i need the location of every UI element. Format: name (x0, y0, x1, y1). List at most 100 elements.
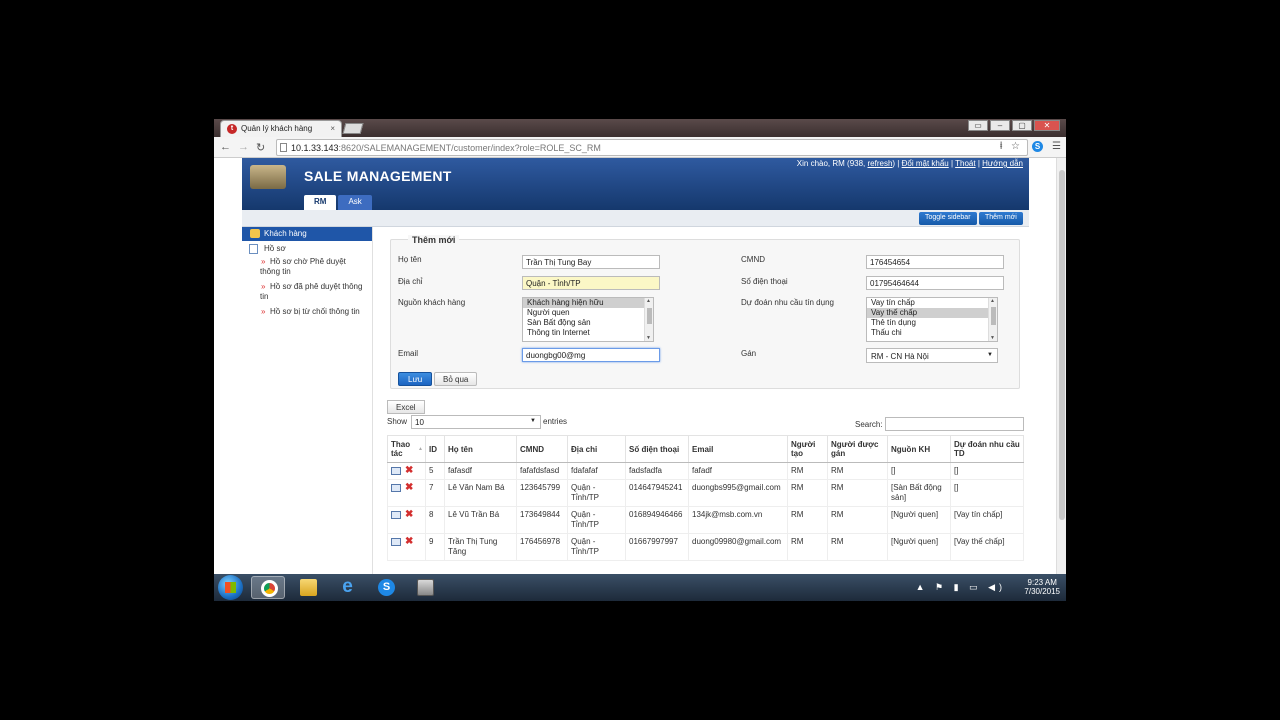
row-actions: ✖ (387, 506, 426, 534)
taskbar-explorer[interactable] (291, 576, 325, 599)
list-item[interactable]: Thẻ tín dụng (867, 318, 997, 328)
table-row: ✖ 7 Lê Văn Nam Bá 123645799 Quận - Tỉnh/… (387, 479, 1024, 507)
list-item[interactable]: Sàn Bất động sản (523, 318, 653, 328)
browser-tab[interactable]: t Quản lý khách hàng × (220, 120, 342, 137)
search-input[interactable] (885, 417, 1024, 431)
url-field[interactable]: 10.1.33.143:8620/SALEMANAGEMENT/customer… (276, 139, 1028, 156)
cell-email: 134jk@msb.com.vn (688, 506, 788, 534)
scrollbar-thumb[interactable] (1059, 170, 1065, 520)
tab-ask[interactable]: Ask (338, 195, 372, 210)
forward-arrow-icon[interactable]: → (238, 141, 249, 153)
col-creator[interactable]: Người tạo (787, 435, 828, 463)
col-id[interactable]: ID (425, 435, 445, 463)
edit-icon[interactable] (391, 483, 401, 492)
system-tray-icons[interactable]: ▲ ⚑ ▮ ▭ ◀) (916, 582, 1006, 593)
reload-icon[interactable]: ↻ (256, 141, 265, 154)
page-viewport: SALE MANAGEMENT Xin chào, RM (938, refre… (214, 158, 1066, 574)
taskbar-snipping[interactable] (408, 576, 442, 599)
delete-icon[interactable]: ✖ (405, 536, 413, 546)
cell-creator: RM (787, 506, 828, 534)
taskbar-chrome[interactable] (251, 576, 285, 599)
listbox-scrollbar[interactable]: ▲ ▼ (988, 298, 997, 341)
col-credit-need[interactable]: Dự đoán nhu cầu TD (950, 435, 1024, 463)
taskbar-ie[interactable]: e (330, 576, 364, 599)
sidebar-header-label: Khách hàng (264, 229, 307, 238)
col-email[interactable]: Email (688, 435, 788, 463)
back-arrow-icon[interactable]: ← (220, 141, 231, 153)
tab-rm[interactable]: RM (304, 195, 337, 210)
list-item[interactable]: Vay tín chấp (867, 298, 997, 308)
col-assignee[interactable]: Người được gán (827, 435, 888, 463)
delete-icon[interactable]: ✖ (405, 509, 413, 519)
col-address[interactable]: Địa chỉ (567, 435, 626, 463)
cmnd-field[interactable]: 176454654 (866, 255, 1004, 269)
skype-extension-icon[interactable]: S (1032, 141, 1043, 152)
list-item[interactable]: Thông tin Internet (523, 328, 653, 338)
address-bar-row: ← → ↻ 10.1.33.143:8620/SALEMANAGEMENT/cu… (214, 137, 1066, 158)
credit-need-listbox[interactable]: Vay tín chấp Vay thế chấp Thẻ tín dụng T… (866, 297, 998, 342)
form-legend: Thêm mới (408, 235, 460, 245)
menu-icon[interactable]: ☰ (1052, 141, 1061, 152)
window-menu-button[interactable]: ▭ (968, 120, 988, 131)
chevron-down-icon: ▼ (530, 418, 536, 424)
customer-table: Thao tác ▲ ID Họ tên CMND Địa chỉ Số điện… (387, 435, 1024, 561)
help-link[interactable]: Hướng dẫn (982, 159, 1023, 168)
url-path: :8620/SALEMANAGEMENT/customer/index?role… (338, 143, 601, 153)
logout-link[interactable]: Thoát (955, 159, 975, 168)
page-length-select[interactable]: 10 ▼ (411, 415, 541, 429)
sidebar-item-rejected[interactable]: Hồ sơ bị từ chối thông tin (242, 305, 372, 320)
close-window-button[interactable]: ✕ (1034, 120, 1060, 131)
col-source[interactable]: Nguồn KH (887, 435, 951, 463)
sidebar-item-records[interactable]: Hồ sơ (242, 241, 372, 255)
site-favicon-icon: t (227, 124, 237, 134)
sidebar-item-pending[interactable]: Hồ sơ chờ Phê duyệt thông tin (242, 255, 372, 280)
cell-phone: 016894946466 (625, 506, 689, 534)
list-item[interactable]: Vay thế chấp (867, 308, 997, 318)
tab-close-icon[interactable]: × (330, 124, 335, 133)
col-phone[interactable]: Số điện thoại (625, 435, 689, 463)
listbox-scrollbar[interactable]: ▲ ▼ (644, 298, 653, 341)
cell-email: duong09980@gmail.com (688, 533, 788, 561)
new-tab-button[interactable] (342, 123, 364, 134)
address-field[interactable]: Quận - Tỉnh/TP (522, 276, 660, 290)
source-listbox[interactable]: Khách hàng hiện hữu Người quen Sàn Bất đ… (522, 297, 654, 342)
save-button[interactable]: Lưu (398, 372, 433, 386)
email-field[interactable]: duongbg00@mg (522, 348, 660, 362)
edit-icon[interactable] (391, 466, 401, 475)
col-cmnd[interactable]: CMND (516, 435, 568, 463)
greeting-end: ) | (892, 159, 900, 168)
edit-icon[interactable] (391, 510, 401, 519)
credit-need-label: Dự đoán nhu cầu tín dụng (741, 298, 834, 307)
skip-button[interactable]: Bỏ qua (434, 372, 478, 386)
extension-icon[interactable]: ⱡ (1000, 141, 1002, 152)
minimize-button[interactable]: – (990, 120, 1010, 131)
taskbar-skype[interactable]: S (369, 576, 403, 599)
col-name[interactable]: Họ tên (444, 435, 517, 463)
browser-tab-strip: t Quản lý khách hàng × ▭ – ▢ ✕ (214, 119, 1066, 137)
start-button[interactable] (218, 575, 243, 600)
clock[interactable]: 9:23 AM 7/30/2015 (1024, 578, 1060, 596)
edit-icon[interactable] (391, 537, 401, 546)
col-actions[interactable]: Thao tác ▲ (387, 435, 426, 463)
sidebar-item-approved[interactable]: Hồ sơ đã phê duyệt thông tin (242, 280, 372, 305)
phone-field[interactable]: 01795464644 (866, 276, 1004, 290)
sidebar: Khách hàng Hồ sơ Hồ sơ chờ Phê duyệt thô… (242, 227, 373, 574)
page-scrollbar[interactable] (1056, 158, 1066, 574)
add-new-button[interactable]: Thêm mới (979, 212, 1023, 225)
name-field[interactable]: Trần Thị Tung Bay (522, 255, 660, 269)
delete-icon[interactable]: ✖ (405, 465, 413, 475)
refresh-link[interactable]: refresh (868, 159, 893, 168)
list-item[interactable]: Thấu chi (867, 328, 997, 338)
sidebar-item-customers[interactable]: Khách hàng (242, 227, 372, 241)
maximize-button[interactable]: ▢ (1012, 120, 1032, 131)
toggle-sidebar-button[interactable]: Toggle sidebar (919, 212, 977, 225)
assign-select[interactable]: RM - CN Hà Nội ▼ (866, 348, 998, 363)
row-actions: ✖ (387, 533, 426, 561)
list-item[interactable]: Khách hàng hiện hữu (523, 298, 653, 308)
delete-icon[interactable]: ✖ (405, 482, 413, 492)
list-item[interactable]: Người quen (523, 308, 653, 318)
bookmark-star-icon[interactable]: ☆ (1011, 141, 1020, 152)
excel-export-button[interactable]: Excel (387, 400, 425, 414)
change-password-link[interactable]: Đổi mật khẩu (902, 159, 949, 168)
cell-address: Quận - Tỉnh/TP (567, 533, 626, 561)
